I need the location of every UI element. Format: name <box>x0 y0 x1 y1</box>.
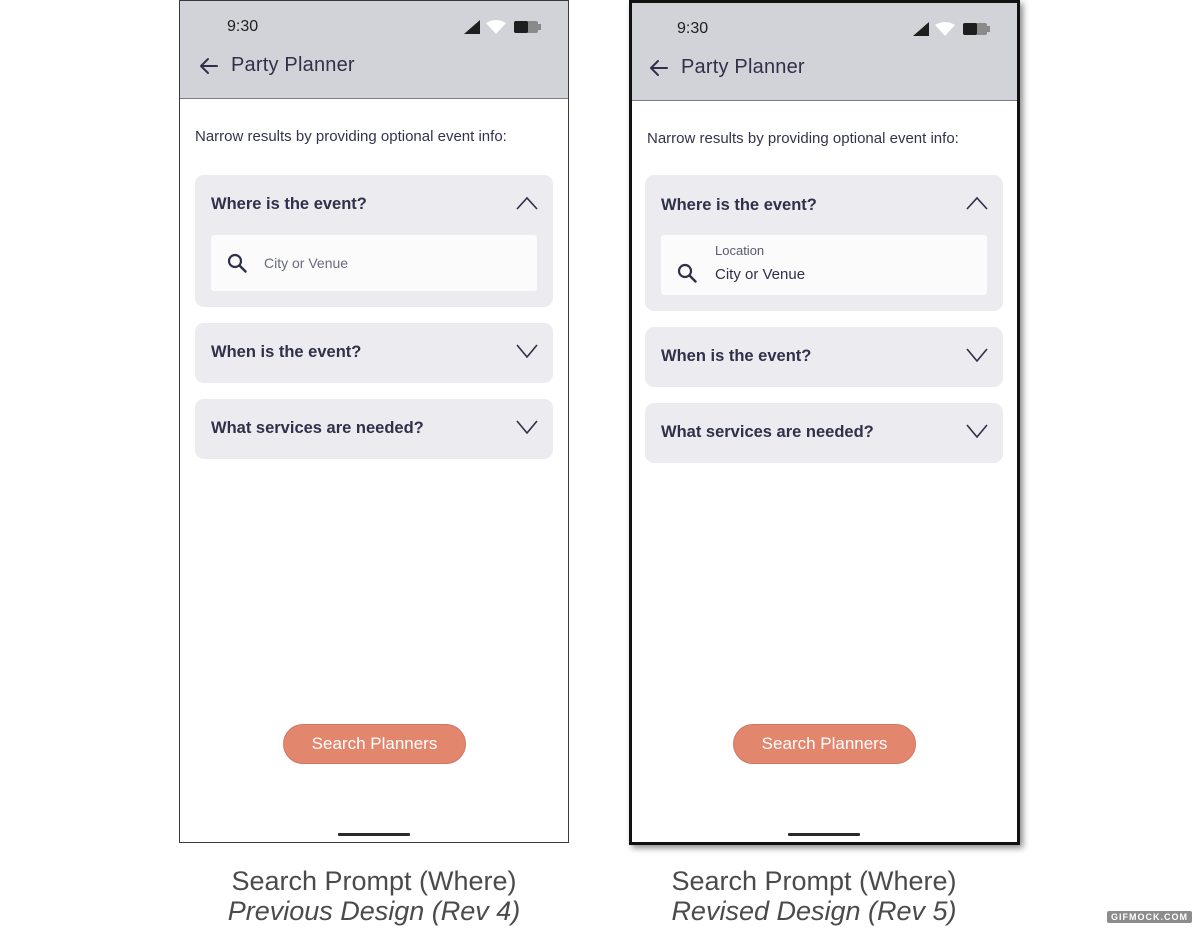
arrow-left-icon[interactable] <box>198 55 220 77</box>
wifi-icon <box>486 20 506 34</box>
cell-signal-icon <box>913 22 929 36</box>
chevron-down-icon[interactable] <box>516 420 538 434</box>
status-bar: 9:30 <box>227 18 542 40</box>
phone-previous-design: 9:30 Party Planner Narrow results by pro… <box>179 0 569 843</box>
services-question: What services are needed? <box>661 423 874 441</box>
search-input[interactable]: City or Venue <box>211 235 537 291</box>
battery-icon <box>514 21 541 33</box>
where-section: Where is the event? City or Venue <box>195 175 553 307</box>
intro-text: Narrow results by providing optional eve… <box>195 128 507 145</box>
chevron-up-icon[interactable] <box>516 196 538 210</box>
page-title: Party Planner <box>681 56 805 78</box>
system-icons <box>913 22 991 38</box>
title-row: Party Planner <box>198 53 558 81</box>
when-question: When is the event? <box>661 347 812 365</box>
title-row: Party Planner <box>648 55 1007 83</box>
status-time: 9:30 <box>677 20 709 37</box>
services-section[interactable]: What services are needed? <box>645 403 1003 463</box>
chevron-down-icon[interactable] <box>516 344 538 358</box>
caption-previous: Search Prompt (Where) Previous Design (R… <box>179 866 569 926</box>
watermark-logo: GIFMOCK.COM <box>1107 911 1192 923</box>
search-planners-button[interactable]: Search Planners <box>733 724 916 764</box>
caption-title: Search Prompt (Where) <box>231 866 517 896</box>
status-bar: 9:30 <box>677 20 991 42</box>
caption-revised: Search Prompt (Where) Revised Design (Re… <box>619 866 1009 926</box>
where-question[interactable]: Where is the event? <box>661 196 817 215</box>
chevron-up-icon[interactable] <box>966 196 988 210</box>
app-bar: 9:30 Party Planner <box>180 1 568 99</box>
search-planners-button[interactable]: Search Planners <box>283 724 466 764</box>
page-title: Party Planner <box>231 54 355 76</box>
phone-revised-design: 9:30 Party Planner Narrow results by pro… <box>629 0 1020 845</box>
intro-text: Narrow results by providing optional eve… <box>647 130 959 147</box>
chevron-down-icon[interactable] <box>966 424 988 438</box>
where-question[interactable]: Where is the event? <box>211 195 367 214</box>
magnifier-icon <box>677 263 697 283</box>
cell-signal-icon <box>464 20 480 34</box>
when-section[interactable]: When is the event? <box>195 323 553 383</box>
home-indicator[interactable] <box>788 833 860 836</box>
battery-icon <box>963 23 990 35</box>
when-section[interactable]: When is the event? <box>645 327 1003 387</box>
where-section: Where is the event? Location City or Ven… <box>645 175 1003 311</box>
status-time: 9:30 <box>227 18 259 35</box>
caption-subtitle: Previous Design (Rev 4) <box>227 896 521 926</box>
app-bar: 9:30 Party Planner <box>632 3 1017 101</box>
caption-subtitle: Revised Design (Rev 5) <box>671 896 957 926</box>
location-label: Location <box>715 243 765 258</box>
location-field[interactable]: Location City or Venue <box>661 235 987 295</box>
chevron-down-icon[interactable] <box>966 348 988 362</box>
services-section[interactable]: What services are needed? <box>195 399 553 459</box>
when-question: When is the event? <box>211 343 362 361</box>
arrow-left-icon[interactable] <box>648 57 670 79</box>
location-value: City or Venue <box>715 266 806 283</box>
home-indicator[interactable] <box>338 833 410 836</box>
wifi-icon <box>935 22 955 36</box>
caption-title: Search Prompt (Where) <box>671 866 957 896</box>
services-question: What services are needed? <box>211 419 424 437</box>
magnifier-icon <box>227 253 247 273</box>
search-placeholder: City or Venue <box>264 255 349 271</box>
system-icons <box>464 20 542 36</box>
